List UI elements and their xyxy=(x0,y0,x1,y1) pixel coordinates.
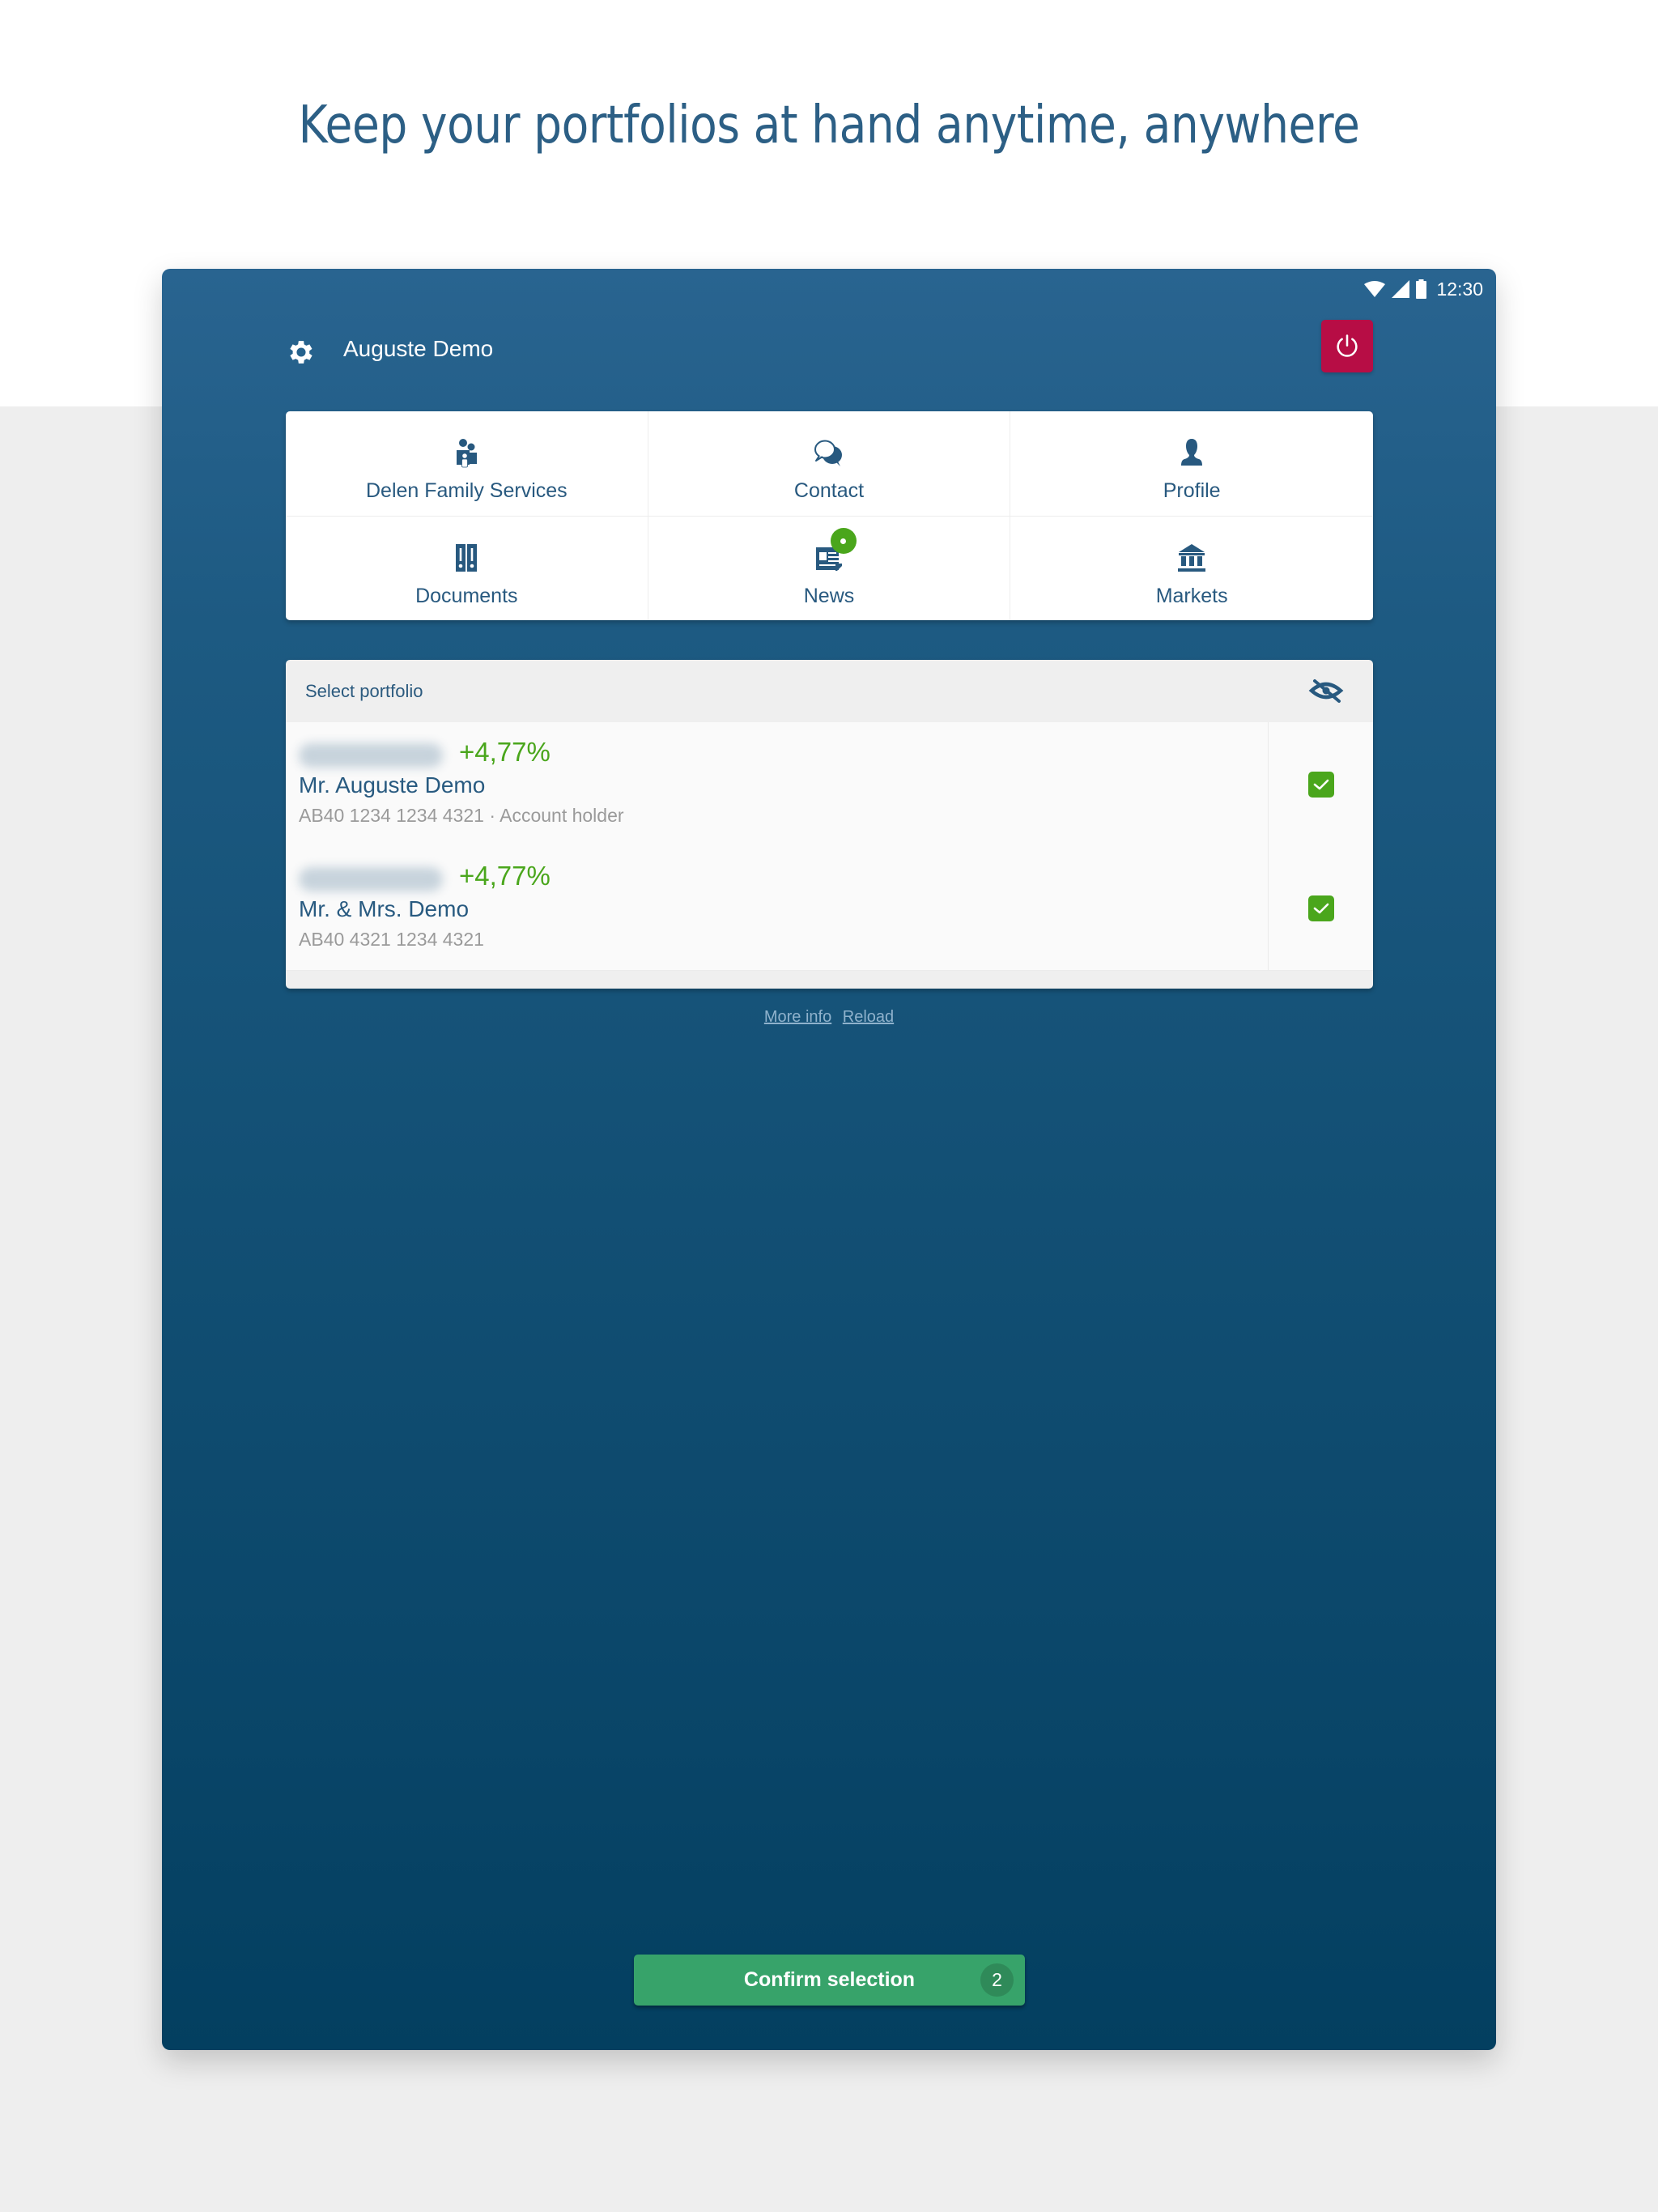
person-icon xyxy=(1181,439,1203,466)
cellular-signal-icon xyxy=(1392,280,1410,298)
menu-item-label: Delen Family Services xyxy=(365,479,568,502)
app-header: Auguste Demo xyxy=(286,320,1373,379)
more-info-link[interactable]: More info xyxy=(764,1008,831,1026)
performance-change: +4,77% xyxy=(459,737,551,767)
checkmark-icon xyxy=(1313,779,1329,789)
portfolio-check-cell xyxy=(1269,846,1373,970)
portfolio-header: Select portfolio xyxy=(286,660,1373,722)
wifi-icon xyxy=(1364,281,1386,297)
menu-item-news[interactable]: News xyxy=(648,517,1011,620)
user-name: Auguste Demo xyxy=(343,336,494,361)
binders-icon xyxy=(456,544,478,572)
gear-icon[interactable] xyxy=(286,337,317,368)
menu-item-label: News xyxy=(803,585,855,607)
portfolio-title: Select portfolio xyxy=(305,681,423,701)
clock: 12:30 xyxy=(1436,278,1483,300)
headline: Keep your portfolios at hand anytime, an… xyxy=(298,96,1360,155)
menu-item-markets[interactable]: Markets xyxy=(1010,517,1373,620)
menu-item-documents[interactable]: Documents xyxy=(286,517,648,620)
reload-link[interactable]: Reload xyxy=(843,1008,894,1026)
portfolio-checkbox[interactable] xyxy=(1307,895,1334,921)
portfolio-info: +4,77% Mr. Auguste Demo AB40 1234 1234 4… xyxy=(286,722,1269,846)
menu-item-family-services[interactable]: Delen Family Services xyxy=(286,411,648,517)
portfolio-name: Mr. Auguste Demo xyxy=(299,772,486,798)
hidden-amount xyxy=(299,867,443,891)
performance-change: +4,77% xyxy=(459,861,551,891)
power-icon xyxy=(1337,334,1358,357)
chat-bubbles-icon xyxy=(814,440,842,466)
portfolio-details: AB40 4321 1234 4321 xyxy=(299,929,484,950)
footer-links: More info Reload xyxy=(162,1008,1496,1027)
notification-badge xyxy=(830,528,857,554)
selection-count-badge: 2 xyxy=(980,1963,1014,1997)
menu-item-profile[interactable]: Profile xyxy=(1010,411,1373,517)
menu-item-label: Documents xyxy=(415,585,518,607)
eye-slash-icon[interactable] xyxy=(1308,676,1344,705)
menu-item-label: Profile xyxy=(1163,479,1221,502)
quick-menu: Delen Family Services Contact Profile Do… xyxy=(286,411,1373,620)
menu-item-label: Contact xyxy=(793,479,865,502)
portfolio-checkbox[interactable] xyxy=(1307,771,1334,798)
battery-icon xyxy=(1416,279,1427,299)
portfolio-selector: Select portfolio +4,77% Mr. Auguste Demo… xyxy=(286,660,1373,989)
portfolio-info: +4,77% Mr. & Mrs. Demo AB40 4321 1234 43… xyxy=(286,846,1269,970)
portfolio-check-cell xyxy=(1269,722,1373,846)
logout-button[interactable] xyxy=(1321,320,1373,372)
checkmark-icon xyxy=(1313,903,1329,913)
confirm-selection-button[interactable]: Confirm selection 2 xyxy=(634,1955,1025,2006)
menu-item-contact[interactable]: Contact xyxy=(648,411,1011,517)
news-icon-wrapper xyxy=(811,528,857,576)
status-bar: 12:30 xyxy=(1364,277,1483,301)
menu-item-label: Markets xyxy=(1155,585,1228,607)
portfolio-row[interactable]: +4,77% Mr. Auguste Demo AB40 1234 1234 4… xyxy=(286,722,1373,847)
portfolio-details: AB40 1234 1234 4321 · Account holder xyxy=(299,805,624,826)
portfolio-name: Mr. & Mrs. Demo xyxy=(299,896,470,921)
hidden-amount xyxy=(299,743,443,768)
family-icon xyxy=(457,439,478,468)
app-screen: 12:30 Auguste Demo Delen Family Services xyxy=(162,269,1496,2050)
confirm-label: Confirm selection xyxy=(743,1968,916,1991)
bank-building-icon xyxy=(1178,544,1206,572)
portfolio-row[interactable]: +4,77% Mr. & Mrs. Demo AB40 4321 1234 43… xyxy=(286,846,1373,971)
